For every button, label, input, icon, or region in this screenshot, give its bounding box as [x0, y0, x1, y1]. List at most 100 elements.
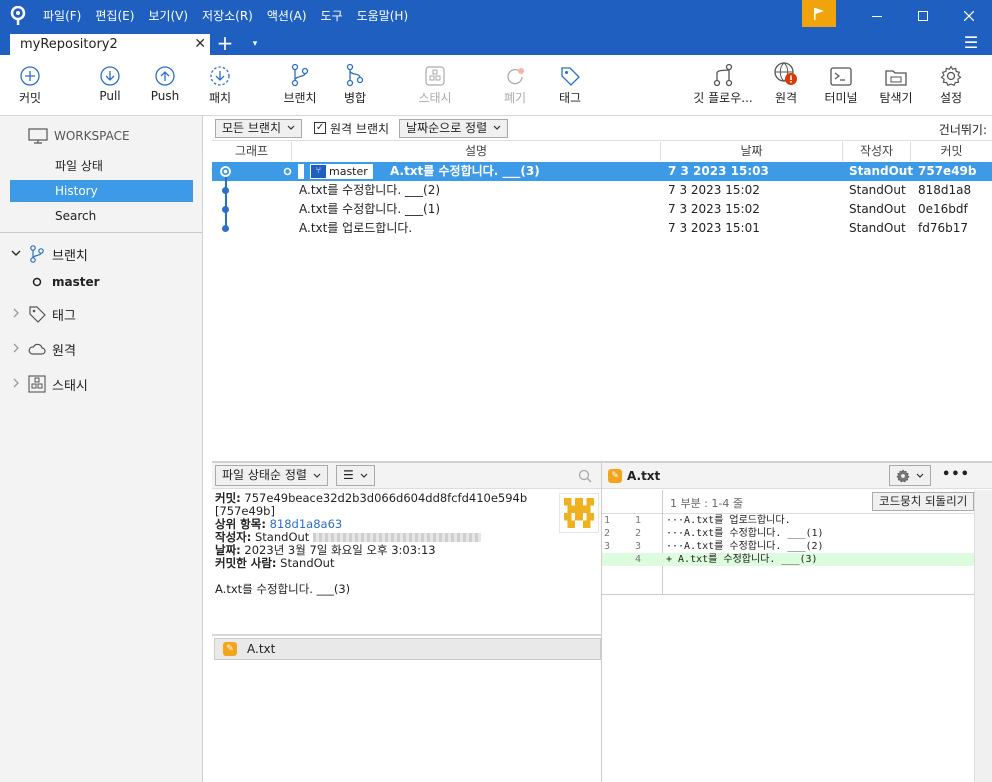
menu-tools[interactable]: 도구: [314, 0, 350, 32]
committer-value: StandOut: [280, 556, 335, 570]
commit-description: A.txt를 수정합니다. ___(1): [299, 202, 441, 216]
commit-row[interactable]: A.txt를 업로드합니다. 7 3 2023 15:01 StandOut f…: [212, 219, 992, 238]
commit-hash: 757e49b: [918, 164, 977, 178]
chevron-down-icon: [916, 473, 924, 478]
terminal-button[interactable]: 터미널: [811, 55, 871, 115]
graph-node: [222, 187, 229, 194]
sort-dropdown[interactable]: 날짜순으로 정렬: [399, 118, 509, 138]
author-label: 작성자:: [215, 530, 252, 544]
title-bar: 파일(F) 편집(E) 보기(V) 저장소(R) 액션(A) 도구 도움말(H): [0, 0, 992, 32]
discard-button[interactable]: 폐기: [485, 55, 545, 115]
sidebar-item-history[interactable]: History: [10, 180, 193, 202]
terminal-label: 터미널: [824, 91, 858, 105]
sidebar-item-search[interactable]: Search: [10, 205, 193, 227]
add-tab-button[interactable]: +: [214, 32, 236, 55]
diff-settings-dropdown[interactable]: [889, 465, 931, 486]
file-sort-dropdown[interactable]: 파일 상태순 정렬: [215, 465, 328, 486]
pull-label: Pull: [99, 89, 121, 103]
settings-button[interactable]: 설정: [921, 55, 981, 115]
hamburger-menu-icon[interactable]: ☰: [960, 32, 982, 55]
fetch-button[interactable]: 패치: [190, 55, 250, 115]
merge-button[interactable]: 병합: [325, 55, 385, 115]
minimize-button[interactable]: [854, 0, 900, 32]
menu-view[interactable]: 보기(V): [141, 0, 195, 32]
sidebar-group-stashes[interactable]: 스태시: [10, 373, 195, 395]
search-icon[interactable]: [578, 469, 592, 483]
col-graph[interactable]: 그래프: [212, 142, 292, 161]
identicon-icon: [560, 494, 598, 532]
checkbox-checked-icon[interactable]: ✓: [314, 122, 327, 134]
sidebar-item-file-status[interactable]: 파일 상태: [10, 155, 193, 177]
flag-button[interactable]: [802, 0, 836, 27]
menu-edit[interactable]: 편집(E): [88, 0, 141, 32]
commit-row[interactable]: ⑂ master A.txt를 수정합니다. ___(3) 7 3 2023 1…: [212, 162, 992, 181]
chevron-right-icon: [10, 378, 22, 391]
remote-button[interactable]: 원격: [756, 55, 816, 115]
stash-button[interactable]: 스태시: [405, 55, 465, 115]
gear-icon: [896, 468, 910, 482]
commit-hash: 818d1a8: [918, 183, 972, 197]
menu-file[interactable]: 파일(F): [36, 0, 88, 32]
changed-file-row[interactable]: ✎ A.txt: [214, 638, 601, 660]
branch-icon: [291, 63, 309, 87]
close-window-button[interactable]: [946, 0, 992, 32]
history-filter-bar: 모든 브랜치 ✓ 원격 브랜치 날짜순으로 정렬 건너뛰기:: [212, 116, 992, 141]
commit-full-hash: 757e49beace32d2b3d066d604dd8fcfd410e594b: [244, 491, 528, 505]
file-list-divider[interactable]: [212, 634, 601, 636]
sort-label: 날짜순으로 정렬: [406, 120, 488, 135]
col-author[interactable]: 작성자: [843, 142, 911, 161]
tab-dropdown-icon[interactable]: ▾: [247, 32, 263, 55]
sidebar-group-remotes[interactable]: 원격: [10, 338, 195, 360]
branch-icon: [30, 245, 44, 263]
tag-button[interactable]: 태그: [540, 55, 600, 115]
all-branches-label: 모든 브랜치: [222, 120, 282, 135]
flag-icon: [814, 7, 824, 20]
parent-link[interactable]: 818d1a8a63: [270, 517, 343, 531]
sidebar-group-tags[interactable]: 태그: [10, 303, 195, 325]
col-date[interactable]: 날짜: [661, 142, 843, 161]
menu-repository[interactable]: 저장소(R): [195, 0, 260, 32]
workspace-label: WORKSPACE: [54, 129, 130, 143]
stashes-label: 스태시: [52, 378, 88, 394]
col-commit[interactable]: 커밋: [911, 142, 992, 161]
push-button[interactable]: Push: [135, 55, 195, 115]
commit-row[interactable]: A.txt를 수정합니다. ___(1) 7 3 2023 15:02 Stan…: [212, 200, 992, 219]
commit-author: StandOut: [849, 183, 906, 197]
explorer-button[interactable]: 탐색기: [866, 55, 926, 115]
diff-scrollbar[interactable]: [974, 490, 992, 782]
remote-branches-checkbox[interactable]: ✓ 원격 브랜치: [314, 120, 389, 137]
repo-tab[interactable]: myRepository2 ✕: [10, 34, 210, 55]
sidebar-group-branches[interactable]: 브랜치: [10, 243, 195, 265]
remote-branches-label: 원격 브랜치: [330, 121, 390, 136]
git-flow-button[interactable]: 깃 플로우...: [688, 55, 758, 115]
view-mode-dropdown[interactable]: ☰: [336, 465, 375, 486]
push-label: Push: [150, 89, 180, 103]
branch-label: 브랜치: [283, 91, 317, 105]
commit-date: 7 3 2023 15:02: [668, 202, 760, 216]
commit-date: 7 3 2023 15:01: [668, 221, 760, 235]
file-list-toolbar: 파일 상태순 정렬 ☰: [212, 463, 601, 489]
branch-label-tag[interactable]: ⑂ master: [310, 164, 373, 179]
diff-line-text: ···A.txt를 수정합니다. ___(1): [666, 528, 824, 539]
menu-help[interactable]: 도움말(H): [350, 0, 416, 32]
author-value: StandOut: [255, 530, 310, 544]
revert-hunk-button[interactable]: 코드뭉치 되돌리기: [872, 492, 975, 511]
main-toolbar: 커밋 Pull Push 패치 브랜치 병합 스태시 폐기 태그 깃 플로우..…: [0, 55, 992, 116]
branch-icon: ⑂: [311, 165, 326, 178]
maximize-button[interactable]: [900, 0, 946, 32]
sidebar-branch-master[interactable]: master: [32, 275, 100, 289]
more-options-icon[interactable]: •••: [942, 467, 970, 482]
changed-file-name: A.txt: [247, 642, 276, 656]
push-arrow-up-icon: [155, 66, 175, 86]
commit-description: A.txt를 업로드합니다.: [299, 221, 413, 235]
discard-label: 폐기: [503, 91, 527, 105]
tab-close-icon[interactable]: ✕: [194, 34, 206, 55]
commit-row[interactable]: A.txt를 수정합니다. ___(2) 7 3 2023 15:02 Stan…: [212, 181, 992, 200]
commit-button[interactable]: 커밋: [0, 55, 60, 115]
pull-button[interactable]: Pull: [80, 55, 140, 115]
menu-actions[interactable]: 액션(A): [260, 0, 314, 32]
branch-button[interactable]: 브랜치: [270, 55, 330, 115]
col-description[interactable]: 설명: [292, 142, 661, 161]
modified-file-icon: ✎: [608, 469, 622, 483]
all-branches-dropdown[interactable]: 모든 브랜치: [215, 118, 303, 138]
